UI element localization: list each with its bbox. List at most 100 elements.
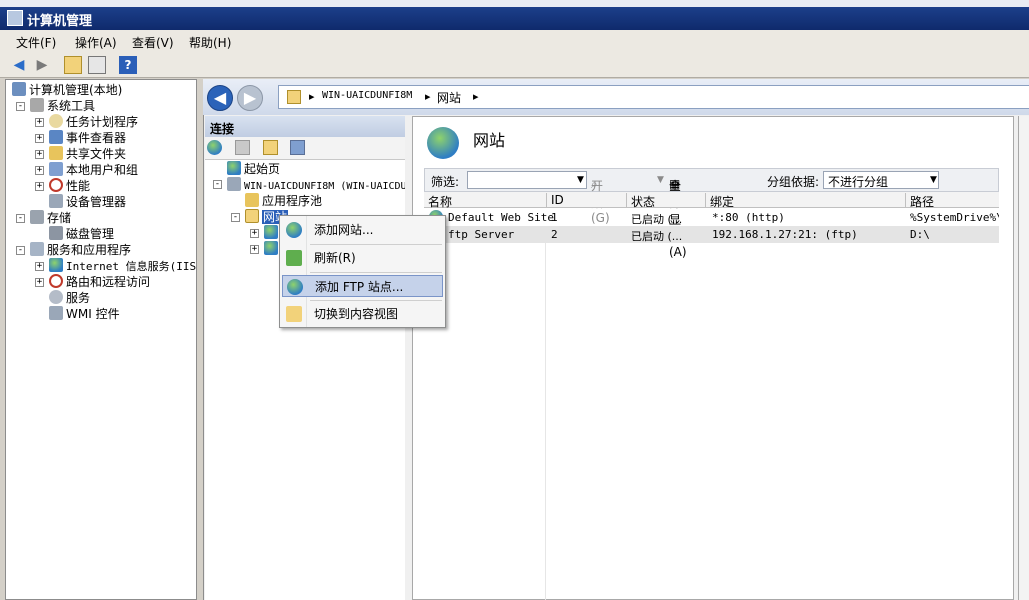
menu-item-refresh[interactable]: 刷新(R)	[282, 247, 443, 269]
menu-item-add-site[interactable]: 添加网站...	[282, 219, 443, 241]
tree-label-routing: 路由和远程访问	[66, 275, 151, 289]
up-icon[interactable]	[263, 140, 278, 155]
table-row[interactable]: ftp Server 2 已启动 (... 192.168.1.27:21: (…	[424, 226, 999, 243]
tree-item-storage[interactable]: 存储	[30, 210, 71, 226]
tree-item-server[interactable]: WIN-UAICDUNFI8M (WIN-UAICDU	[227, 177, 405, 193]
expand-toggle[interactable]: +	[35, 262, 44, 271]
up-folder-icon[interactable]	[64, 56, 82, 74]
column-divider	[545, 243, 546, 600]
tools-icon	[30, 98, 44, 112]
column-path[interactable]: 路径	[905, 193, 999, 209]
breadcrumb-server[interactable]: WIN-UAICDUNFI8M	[322, 90, 412, 101]
filter-bar: 筛选: ▼ ⌕ 开始(G) ▼ ▦ 全部显示(A) 分组依据: 不进行分组 ▼	[424, 168, 999, 259]
menu-label-add-site: 添加网站...	[314, 223, 374, 237]
breadcrumb-sep: ▸	[425, 90, 431, 103]
tree-label-services: 服务	[66, 291, 91, 305]
tree-item-task-scheduler[interactable]: 任务计划程序	[49, 114, 138, 130]
help-icon[interactable]: ?	[119, 56, 137, 74]
app-pool-icon	[245, 193, 259, 207]
expand-toggle[interactable]: +	[35, 278, 44, 287]
breadcrumb[interactable]: ▸ WIN-UAICDUNFI8M ▸ 网站 ▸	[278, 85, 1029, 109]
tree-label-local-users: 本地用户和组	[66, 163, 139, 177]
computer-icon	[12, 82, 26, 96]
filter-input[interactable]	[467, 171, 587, 189]
column-name[interactable]: 名称	[424, 193, 546, 209]
tree-item-disk-management[interactable]: 磁盘管理	[49, 226, 114, 242]
computer-management-icon	[7, 10, 23, 26]
column-status[interactable]: 状态	[626, 193, 705, 209]
cell-binding: *:80 (http)	[712, 211, 785, 224]
content-view-icon	[286, 306, 302, 322]
storage-icon	[30, 210, 44, 224]
tree-label-root: 计算机管理(本地)	[29, 83, 123, 97]
tree-label-server: WIN-UAICDUNFI8M (WIN-UAICDU	[244, 181, 405, 192]
back-arrow-icon[interactable]: ◀	[10, 56, 28, 74]
disk-icon	[49, 226, 63, 240]
tree-item-services-apps[interactable]: 服务和应用程序	[30, 242, 131, 258]
menu-view[interactable]: 查看(V)	[132, 34, 174, 51]
cell-id: 1	[551, 211, 558, 224]
tree-item-app-pools[interactable]: 应用程序池	[245, 193, 322, 209]
tree-label-system-tools: 系统工具	[47, 99, 96, 113]
tree-item-wmi[interactable]: WMI 控件	[49, 306, 120, 322]
add-ftp-icon	[287, 279, 303, 295]
tree-item-root[interactable]: 计算机管理(本地)	[12, 82, 122, 98]
show-hide-tree-icon[interactable]	[88, 56, 106, 74]
menu-help[interactable]: 帮助(H)	[189, 34, 231, 51]
tree-item-event-viewer[interactable]: 事件查看器	[49, 130, 126, 146]
menu-file[interactable]: 文件(F)	[16, 34, 56, 51]
tree-label-wmi: WMI 控件	[66, 307, 120, 321]
tree-item-services[interactable]: 服务	[49, 290, 90, 306]
cell-status: 已启动 (...	[631, 213, 683, 226]
forward-button[interactable]: ▶	[237, 85, 263, 111]
menu-item-switch-view[interactable]: 切换到内容视图	[282, 303, 443, 325]
tree-label-start-page: 起始页	[244, 162, 281, 176]
collapse-toggle[interactable]: -	[231, 213, 240, 222]
disconnect-icon[interactable]	[290, 140, 305, 155]
menu-action[interactable]: 操作(A)	[75, 34, 117, 51]
back-button[interactable]: ◀	[207, 85, 233, 111]
site-globe-icon	[264, 241, 278, 255]
group-by-select[interactable]: 不进行分组	[823, 171, 939, 189]
address-bar: ◀ ▶ ▸ WIN-UAICDUNFI8M ▸ 网站 ▸	[203, 79, 1029, 115]
connect-icon[interactable]	[207, 140, 222, 155]
tree-item-iis[interactable]: Internet 信息服务(IIS	[49, 258, 196, 274]
group-by-label: 分组依据:	[767, 175, 820, 189]
expand-toggle[interactable]: +	[250, 229, 259, 238]
iis-icon	[49, 258, 63, 272]
expand-toggle[interactable]: +	[35, 150, 44, 159]
tree-label-shared-folders: 共享文件夹	[66, 147, 127, 161]
tree-item-routing[interactable]: 路由和远程访问	[49, 274, 150, 290]
sites-globe-icon	[427, 127, 459, 159]
breadcrumb-site[interactable]: 网站	[437, 89, 461, 106]
filter-dropdown-icon[interactable]: ▼	[577, 175, 584, 185]
tree-item-local-users[interactable]: 本地用户和组	[49, 162, 138, 178]
expand-toggle[interactable]: +	[35, 166, 44, 175]
tree-label-performance: 性能	[66, 179, 91, 193]
column-id[interactable]: ID	[546, 193, 626, 208]
forward-arrow-icon[interactable]: ▶	[33, 56, 51, 74]
collapse-toggle[interactable]: -	[16, 214, 25, 223]
table-row[interactable]: Default Web Site 1 已启动 (... *:80 (http) …	[424, 209, 999, 226]
column-binding[interactable]: 绑定	[705, 193, 905, 209]
tree-item-start-page[interactable]: 起始页	[227, 161, 280, 177]
tree-item-device-manager[interactable]: 设备管理器	[49, 194, 126, 210]
collapse-toggle[interactable]: -	[16, 102, 25, 111]
start-dropdown-icon[interactable]: ▼	[657, 175, 664, 185]
expand-toggle[interactable]: +	[35, 182, 44, 191]
collapse-toggle[interactable]: -	[16, 246, 25, 255]
collapse-toggle[interactable]: -	[213, 180, 222, 189]
breadcrumb-sep: ▸	[309, 90, 315, 103]
expand-toggle[interactable]: +	[35, 134, 44, 143]
title-background	[0, 7, 1029, 30]
expand-toggle[interactable]: +	[35, 118, 44, 127]
menu-item-add-ftp[interactable]: 添加 FTP 站点...	[282, 275, 443, 297]
save-icon[interactable]	[235, 140, 250, 155]
expand-toggle[interactable]: +	[250, 245, 259, 254]
device-manager-icon	[49, 194, 63, 208]
tree-item-system-tools[interactable]: 系统工具	[30, 98, 95, 114]
tree-item-shared-folders[interactable]: 共享文件夹	[49, 146, 126, 162]
tree-item-performance[interactable]: 性能	[49, 178, 90, 194]
window-title: 计算机管理	[27, 14, 93, 29]
group-by-dropdown-icon[interactable]: ▼	[930, 175, 937, 185]
